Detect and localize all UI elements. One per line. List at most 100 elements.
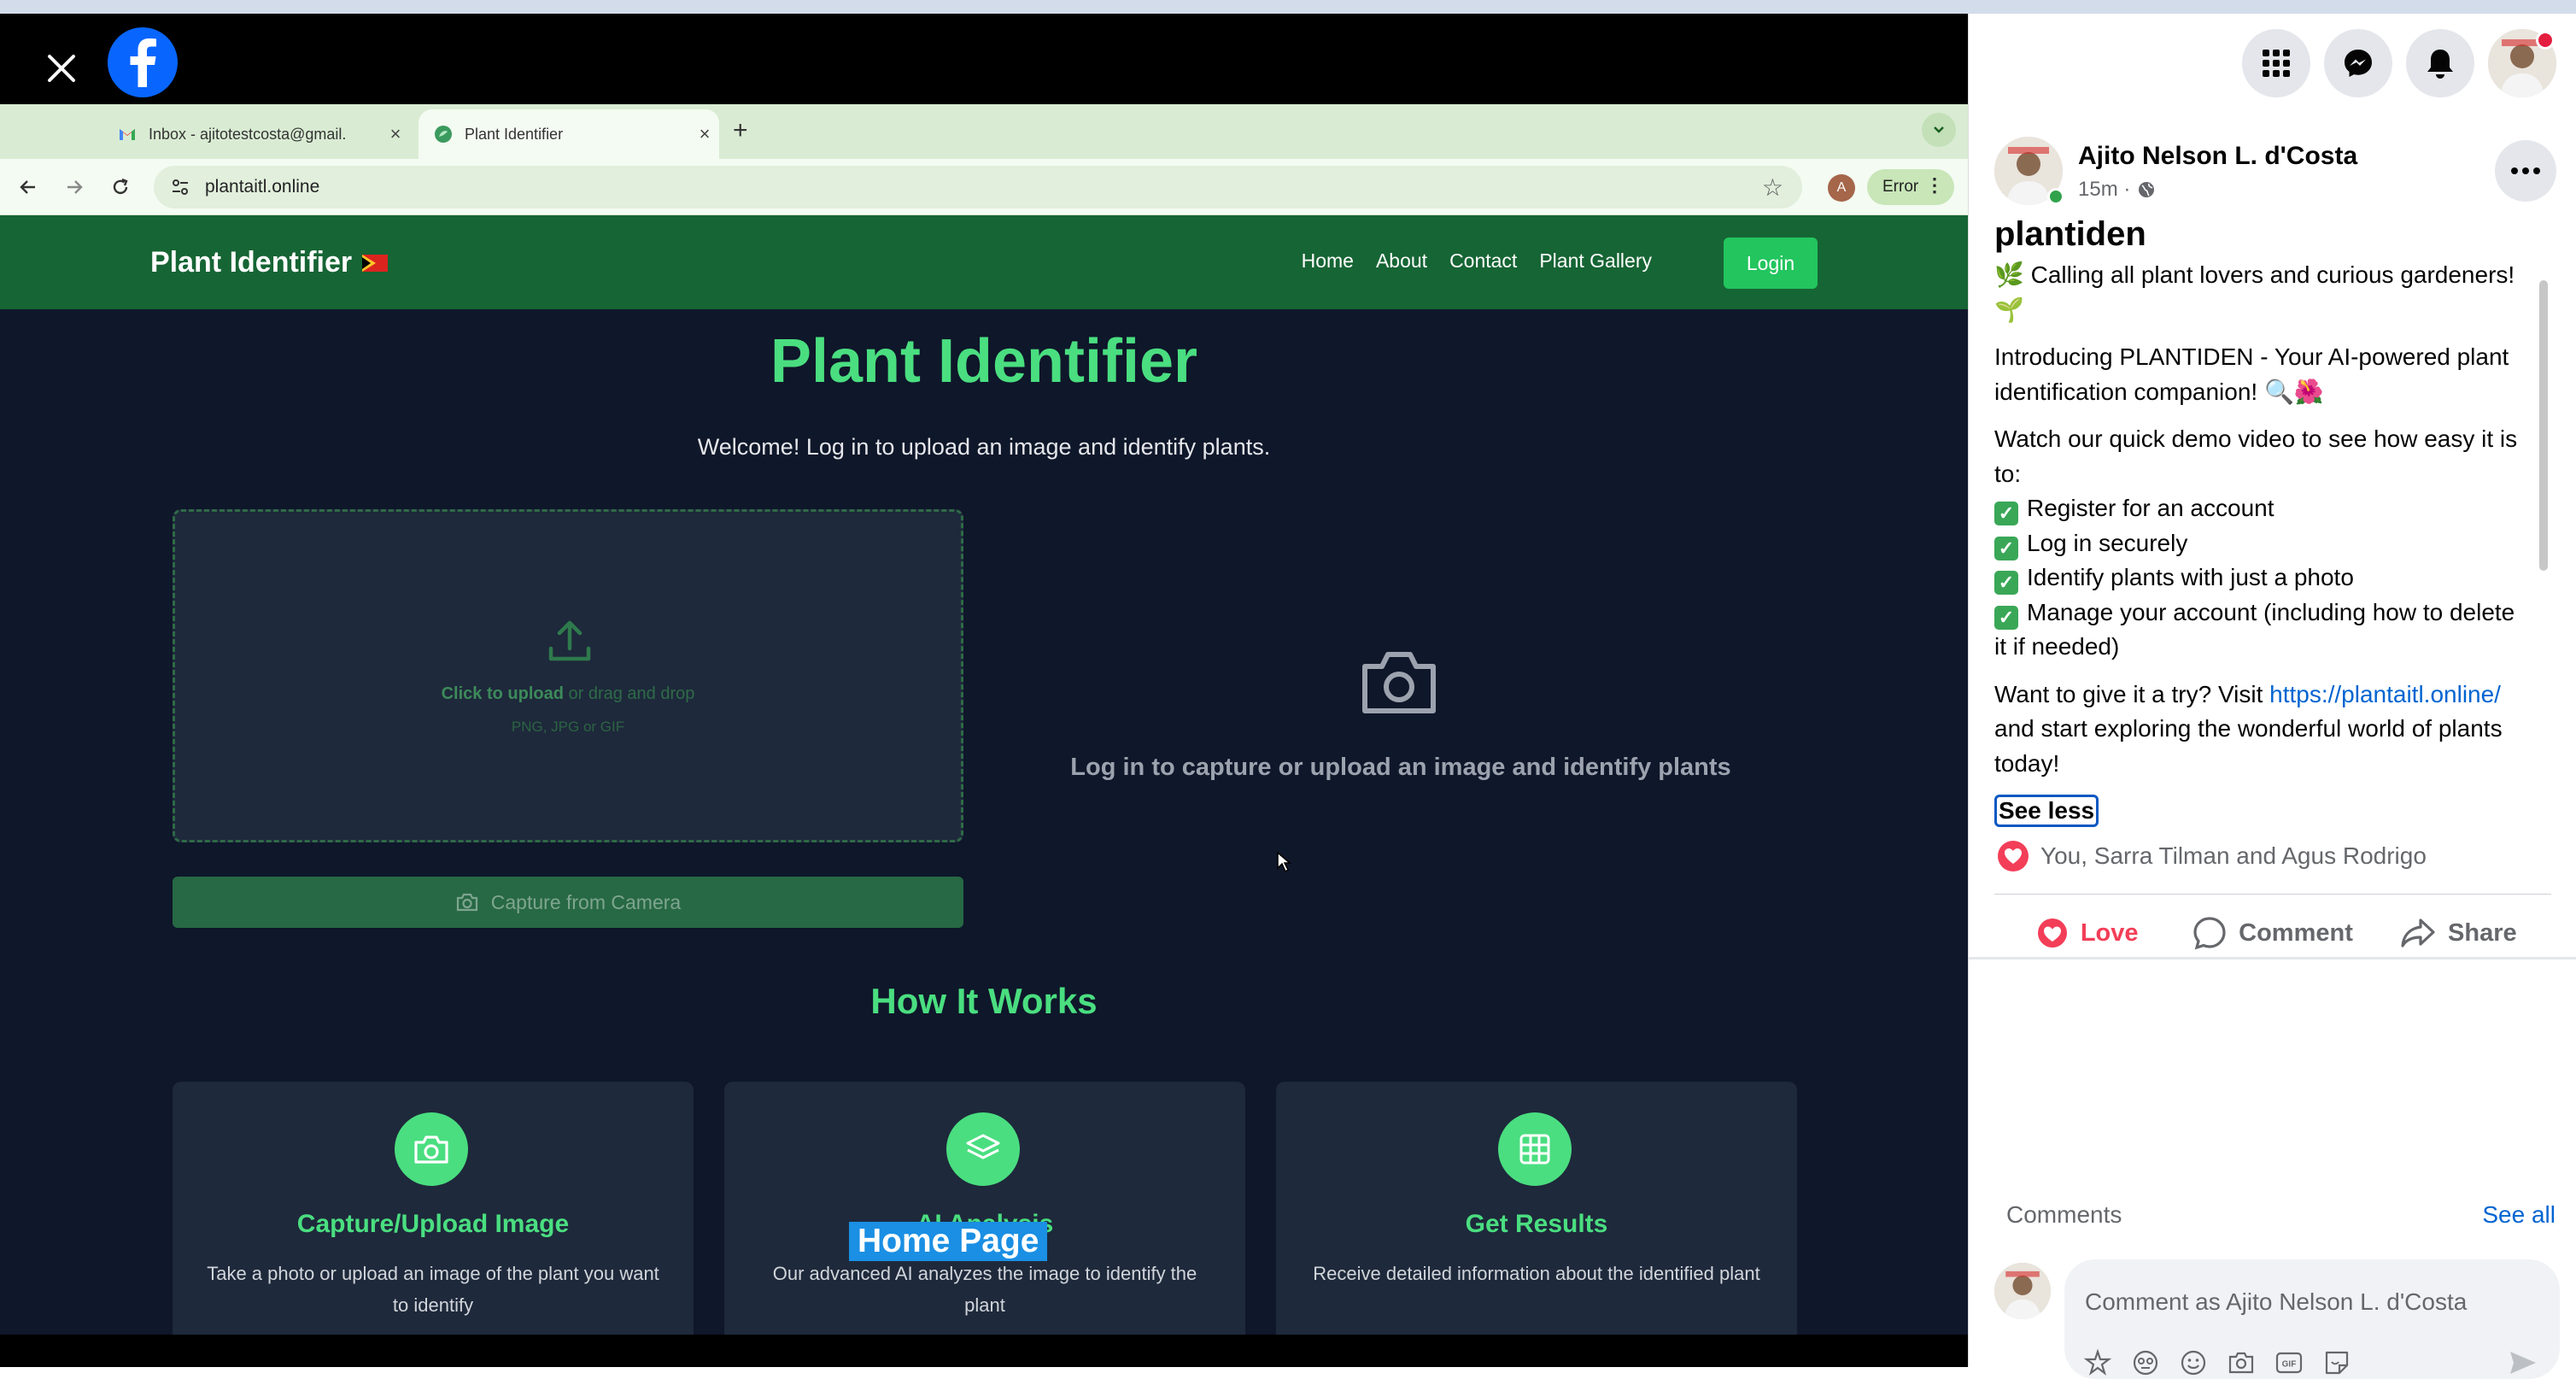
dropzone-file-types: PNG, JPG or GIF xyxy=(511,719,625,735)
chevron-down-icon xyxy=(1934,126,1944,133)
tab-title: Inbox - ajitotestcosta@gmail. xyxy=(149,125,347,143)
send-icon[interactable] xyxy=(2509,1350,2538,1376)
checklist-item: ✓ Identify plants with just a photo xyxy=(1994,560,2532,596)
capture-camera-button[interactable]: Capture from Camera xyxy=(173,877,963,928)
comment-tools: GIF xyxy=(2083,1348,2351,1377)
forward-button[interactable] xyxy=(60,173,89,202)
check-icon: ✓ xyxy=(1994,536,2018,560)
sticker-icon[interactable] xyxy=(2322,1348,2351,1377)
share-label: Share xyxy=(2448,918,2517,947)
grid-icon xyxy=(1498,1112,1572,1186)
facebook-logo[interactable] xyxy=(108,27,178,97)
tab-title: Plant Identifier xyxy=(465,125,564,143)
tab-gmail[interactable]: Inbox - ajitotestcosta@gmail. × xyxy=(102,109,410,159)
post-meta: 15m · xyxy=(2078,178,2156,202)
upload-dropzone[interactable]: Click to upload or drag and drop PNG, JP… xyxy=(173,509,963,842)
checklist-item: ✓ Manage your account (including how to d… xyxy=(1994,596,2532,665)
tab-close-icon[interactable]: × xyxy=(690,123,719,145)
post-options-button[interactable] xyxy=(2495,140,2556,202)
notifications-button[interactable] xyxy=(2406,29,2474,97)
post-scrollbar[interactable] xyxy=(2539,280,2548,571)
bookmark-star-icon[interactable]: ☆ xyxy=(1762,173,1783,202)
login-prompt-text: Log in to capture or upload an image and… xyxy=(1070,754,1731,781)
visit-text: Want to give it a try? Visit xyxy=(1994,680,2270,707)
comment-placeholder: Comment as Ajito Nelson L. d'Costa xyxy=(2085,1288,2468,1315)
avatar-sticker-icon[interactable] xyxy=(2083,1348,2112,1377)
comment-composer[interactable]: Comment as Ajito Nelson L. d'Costa GIF xyxy=(2064,1259,2560,1379)
svg-text:GIF: GIF xyxy=(2282,1360,2297,1370)
kebab-menu-icon: ⋮ xyxy=(1925,174,1944,196)
site-link[interactable]: https://plantaitl.online/ xyxy=(2269,681,2501,707)
new-tab-button[interactable]: + xyxy=(733,116,748,145)
reaction-summary[interactable]: You, Sarra Tilman and Agus Rodrigo xyxy=(1998,841,2427,871)
close-icon xyxy=(48,55,75,82)
site-nav-links: Home About Contact Plant Gallery xyxy=(1302,249,1652,273)
tab-plant-identifier[interactable]: Plant Identifier × xyxy=(419,109,719,159)
commenter-avatar[interactable] xyxy=(1994,1263,2051,1319)
divider xyxy=(1969,957,2576,959)
timor-leste-flag-icon xyxy=(362,254,389,272)
heart-icon xyxy=(2037,918,2067,948)
author-name[interactable]: Ajito Nelson L. d'Costa xyxy=(2078,142,2357,171)
post-title: plantiden xyxy=(1994,215,2146,253)
checklist-text: Log in securely xyxy=(2027,529,2188,556)
mouse-cursor-icon xyxy=(1277,851,1291,873)
capture-camera-label: Capture from Camera xyxy=(490,890,682,913)
tab-search-button[interactable] xyxy=(1922,113,1956,147)
gif-icon[interactable]: GIF xyxy=(2274,1348,2304,1377)
step-card-desc: Take a photo or upload an image of the p… xyxy=(207,1263,659,1316)
nav-contact-link[interactable]: Contact xyxy=(1449,249,1517,273)
comment-icon xyxy=(2193,917,2226,950)
drag-drop-text: or drag and drop xyxy=(563,684,695,703)
see-all-comments-link[interactable]: See all xyxy=(2482,1201,2556,1229)
love-reaction-icon xyxy=(1998,841,2029,871)
explore-text: and start exploring the wonderful world … xyxy=(1994,715,2503,777)
step-card-capture: Capture/Upload Image Take a photo or upl… xyxy=(173,1082,694,1335)
error-chip[interactable]: Error ⋮ xyxy=(1867,169,1954,205)
hero-subtitle: Welcome! Log in to upload an image and i… xyxy=(697,434,1271,460)
checklist-text: Identify plants with just a photo xyxy=(2027,564,2354,590)
url-text: plantaitl.online xyxy=(205,177,320,197)
post-body: 🌿 Calling all plant lovers and curious g… xyxy=(1994,258,2532,829)
error-label: Error xyxy=(1882,178,1919,196)
see-less-button[interactable]: See less xyxy=(1994,795,2099,827)
messenger-button[interactable] xyxy=(2324,29,2392,97)
reload-icon xyxy=(113,178,128,195)
brand-text: Plant Identifier xyxy=(150,246,353,279)
how-it-works-title: How It Works xyxy=(870,981,1098,1021)
post-time[interactable]: 15m · xyxy=(2078,178,2130,202)
camera-icon[interactable] xyxy=(2227,1348,2256,1377)
checklist-item: ✓ Log in securely xyxy=(1994,526,2532,561)
tab-close-icon[interactable]: × xyxy=(381,123,410,145)
screen-top-strip xyxy=(0,0,2576,14)
browser-window: Inbox - ajitotestcosta@gmail. × Plant Id… xyxy=(0,104,1968,1335)
post-paragraph: 🌿 Calling all plant lovers and curious g… xyxy=(1994,261,2515,323)
post-paragraph: Watch our quick demo video to see how ea… xyxy=(1994,425,2518,487)
nav-gallery-link[interactable]: Plant Gallery xyxy=(1539,249,1652,273)
tab-strip: Inbox - ajitotestcosta@gmail. × Plant Id… xyxy=(0,104,1968,159)
emoji-icon[interactable] xyxy=(2179,1348,2208,1377)
address-bar[interactable]: plantaitl.online ☆ xyxy=(154,166,1802,208)
close-viewer-button[interactable] xyxy=(38,44,85,92)
browser-profile-avatar[interactable]: A xyxy=(1828,174,1855,202)
step-card-desc: Our advanced AI analyzes the image to id… xyxy=(772,1263,1197,1316)
back-button[interactable] xyxy=(14,173,43,202)
bell-icon xyxy=(2427,50,2453,79)
login-button[interactable]: Login xyxy=(1724,238,1818,289)
post-paragraph: Introducing PLANTIDEN - Your AI-powered … xyxy=(1994,343,2509,405)
reaction-names: You, Sarra Tilman and Agus Rodrigo xyxy=(2040,842,2427,869)
step-card-title: Capture/Upload Image xyxy=(296,1210,570,1238)
online-status-dot xyxy=(2047,188,2064,205)
arrow-right-icon xyxy=(67,180,83,194)
upload-icon xyxy=(548,620,591,661)
menu-grid-icon xyxy=(2263,50,2290,77)
menu-button[interactable] xyxy=(2242,29,2310,97)
step-card-title: Get Results xyxy=(1465,1210,1608,1238)
nav-about-link[interactable]: About xyxy=(1376,249,1427,273)
dropzone-instruction: Click to upload or drag and drop xyxy=(175,684,961,704)
site-brand[interactable]: Plant Identifier xyxy=(150,246,389,279)
nav-home-link[interactable]: Home xyxy=(1302,249,1354,273)
camera-icon xyxy=(395,1112,468,1186)
mask-icon[interactable] xyxy=(2131,1348,2160,1377)
reload-button[interactable] xyxy=(106,173,135,202)
